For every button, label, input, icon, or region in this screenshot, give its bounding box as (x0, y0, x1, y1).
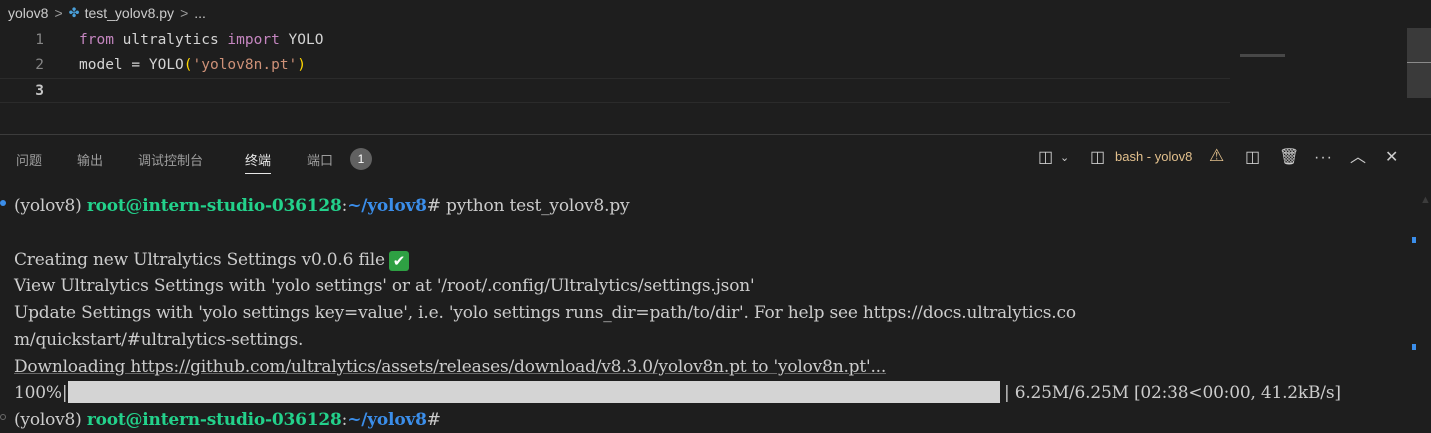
prompt-user: root@intern-studio-036128 (86, 196, 342, 216)
prompt-end: # (426, 196, 441, 216)
tab-debug-console[interactable]: 调试控制台 (138, 150, 203, 170)
settings-created-text: Creating new Ultralytics Settings v0.0.6… (14, 250, 385, 270)
code-line[interactable]: 2 model = YOLO ( 'yolov8n.pt' ) (0, 53, 1230, 78)
code-class: YOLO (148, 57, 184, 73)
close-panel-icon[interactable]: ✕ (1385, 147, 1398, 169)
scrollbar-cursor-line (1407, 62, 1431, 63)
terminal-output-line: m/quickstart/#ultralytics-settings. (14, 330, 304, 350)
breadcrumb-file[interactable]: test_yolov8.py (85, 5, 175, 21)
line-number: 1 (35, 32, 44, 48)
code-variable: model (79, 57, 123, 73)
trash-icon[interactable]: 🗑 (1279, 147, 1299, 169)
command-pending-decoration[interactable] (0, 414, 6, 420)
progress-percent: 100%| (14, 383, 68, 403)
terminal-output-line: Downloading https://github.com/ultralyti… (14, 357, 887, 377)
prompt-path: ~/yolov8 (347, 196, 427, 216)
code-operator: = (122, 57, 149, 73)
code-string: 'yolov8n.pt' (192, 57, 298, 73)
prompt-env: (yolov8) (14, 410, 87, 430)
prompt-env: (yolov8) (14, 196, 87, 216)
ports-count-badge: 1 (350, 148, 372, 170)
code-module: ultralytics (122, 32, 219, 48)
terminal-output-line: Update Settings with 'yolo settings key=… (14, 303, 1076, 323)
progress-stats: | 6.25M/6.25M [02:38<00:00, 41.2kB/s] (1004, 383, 1341, 403)
panel-header: 问题 输出 调试控制台 终端 端口 1 ◫ ⌄ ◫ bash - yolov8 … (0, 135, 1431, 181)
tab-output[interactable]: 输出 (77, 150, 103, 170)
code-paren: ( (183, 57, 193, 73)
code-line[interactable]: 1 from ultralytics import YOLO (0, 28, 1230, 53)
terminal-command: python test_yolov8.py (440, 196, 630, 216)
split-terminal-icon[interactable]: ◫ (1245, 147, 1260, 169)
terminal-scrollbar[interactable]: ▲ (1407, 181, 1431, 433)
code-class: YOLO (288, 32, 324, 48)
line-number: 2 (35, 57, 44, 73)
code-line-current[interactable]: 3 (0, 78, 1230, 103)
terminal-output-line: Creating new Ultralytics Settings v0.0.6… (14, 247, 409, 273)
code-keyword: from (79, 32, 114, 48)
breadcrumb-separator: > (180, 5, 189, 21)
download-progress-fill (68, 381, 1000, 403)
tab-terminal[interactable]: 终端 (245, 150, 272, 174)
terminal-layout-icon[interactable]: ◫ (1090, 147, 1105, 169)
split-layout-icon[interactable]: ◫ (1038, 147, 1053, 169)
terminal-prompt-line: (yolov8) root@intern-studio-036128:~/yol… (14, 407, 441, 433)
code-editor[interactable]: 1 from ultralytics import YOLO 2 model =… (0, 26, 1405, 134)
terminal[interactable]: (yolov8) root@intern-studio-036128:~/yol… (0, 181, 1405, 433)
command-success-decoration[interactable] (0, 200, 6, 206)
tab-ports[interactable]: 端口 (307, 150, 333, 170)
prompt-end: # (426, 410, 441, 430)
terminal-prompt-line: (yolov8) root@intern-studio-036128:~/yol… (14, 193, 630, 219)
scrollbar-marker (1412, 237, 1416, 243)
progress-percent-text: 100% (14, 383, 62, 403)
tab-problems[interactable]: 问题 (16, 150, 42, 170)
warning-icon[interactable]: ⚠ (1209, 146, 1224, 166)
breadcrumb-separator: > (54, 5, 63, 21)
terminal-output-line: View Ultralytics Settings with 'yolo set… (14, 276, 755, 296)
code-paren: ) (297, 57, 307, 73)
scrollbar-marker (1412, 344, 1416, 350)
breadcrumb-ellipsis[interactable]: ... (194, 5, 206, 21)
minimap[interactable] (1240, 54, 1285, 57)
prompt-path: ~/yolov8 (347, 410, 427, 430)
check-mark-icon: ✔ (388, 250, 409, 271)
download-progress-bar (68, 381, 1000, 403)
prompt-user: root@intern-studio-036128 (86, 410, 342, 430)
editor-scrollbar-thumb[interactable] (1407, 28, 1431, 98)
breadcrumb: yolov8 > ✤ test_yolov8.py > ... (0, 0, 1405, 26)
editor-scrollbar[interactable] (1407, 26, 1431, 134)
code-keyword: import (227, 32, 280, 48)
chevron-down-icon[interactable]: ⌄ (1060, 147, 1069, 169)
scroll-up-icon[interactable]: ▲ (1420, 194, 1431, 206)
terminal-name[interactable]: bash - yolov8 (1115, 149, 1192, 164)
maximize-panel-icon[interactable]: ︿ (1350, 147, 1366, 169)
line-number: 3 (35, 83, 44, 99)
python-file-icon: ✤ (68, 5, 80, 20)
more-actions-icon[interactable]: ··· (1314, 147, 1333, 169)
breadcrumb-folder[interactable]: yolov8 (8, 5, 48, 21)
